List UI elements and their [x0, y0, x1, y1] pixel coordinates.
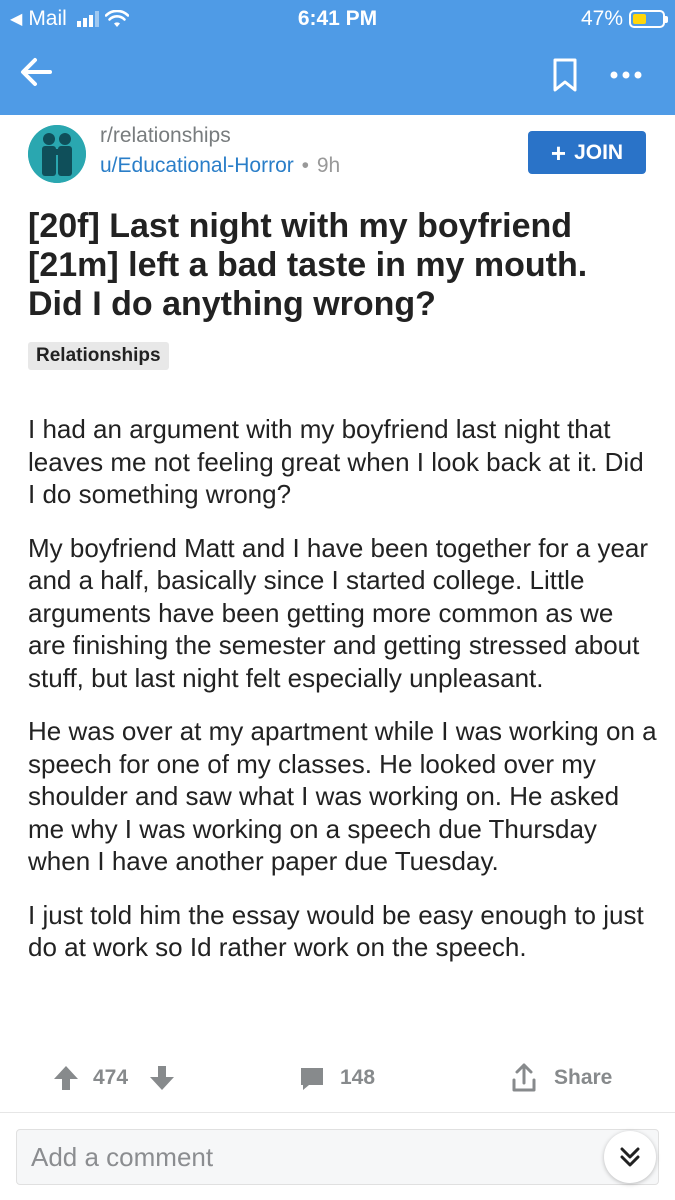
author-link[interactable]: u/Educational-Horror: [100, 154, 294, 177]
comment-icon[interactable]: [298, 1058, 326, 1098]
body-paragraph: My boyfriend Matt and I have been togeth…: [28, 532, 649, 693]
vote-count: 474: [93, 1066, 129, 1089]
subreddit-name[interactable]: r/relationships: [100, 124, 231, 148]
upvote-icon[interactable]: [52, 1058, 80, 1098]
status-right: 47%: [580, 7, 668, 31]
post-actions: 474 148 Share: [0, 1058, 675, 1098]
more-dots-icon[interactable]: [606, 60, 646, 90]
comment-input[interactable]: [17, 1130, 658, 1184]
share-button[interactable]: Share: [554, 1058, 612, 1098]
arrow-left-icon[interactable]: [16, 52, 56, 92]
double-chevron-down-icon: [620, 1147, 640, 1167]
battery-icon: [629, 10, 668, 28]
status-bar: ◀ Mail 6:41 PM 47%: [0, 0, 675, 38]
comment-count[interactable]: 148: [340, 1058, 375, 1098]
body-paragraph: He was over at my apartment while I was …: [28, 716, 657, 876]
comment-box: [16, 1129, 659, 1185]
plus-icon: +: [550, 137, 567, 168]
body-paragraph: I just told him the essay would be easy …: [28, 899, 644, 963]
meta-separator: •: [301, 154, 309, 177]
subreddit-avatar[interactable]: [28, 125, 86, 183]
bookmark-icon[interactable]: [549, 57, 581, 93]
divider: [0, 1112, 675, 1113]
join-label: JOIN: [574, 140, 624, 164]
battery-percent: 47%: [580, 7, 623, 30]
status-time: 6:41 PM: [297, 7, 378, 30]
downvote-icon[interactable]: [148, 1058, 176, 1098]
people-icon: [28, 125, 86, 183]
post-age: 9h: [316, 154, 341, 177]
post-meta: u/Educational-Horror • 9h: [100, 154, 340, 178]
post-title: [20f] Last night with my boyfriend [21m]…: [28, 207, 588, 323]
top-bar: ◀ Mail 6:41 PM 47%: [0, 0, 675, 115]
jump-down-button[interactable]: [604, 1131, 656, 1183]
post-flair[interactable]: Relationships: [28, 342, 169, 370]
body-paragraph: I had an argument with my boyfriend last…: [28, 414, 644, 509]
join-button[interactable]: + JOIN: [528, 131, 646, 174]
share-icon[interactable]: [510, 1058, 538, 1098]
post-body: I had an argument with my boyfriend last…: [28, 413, 658, 985]
